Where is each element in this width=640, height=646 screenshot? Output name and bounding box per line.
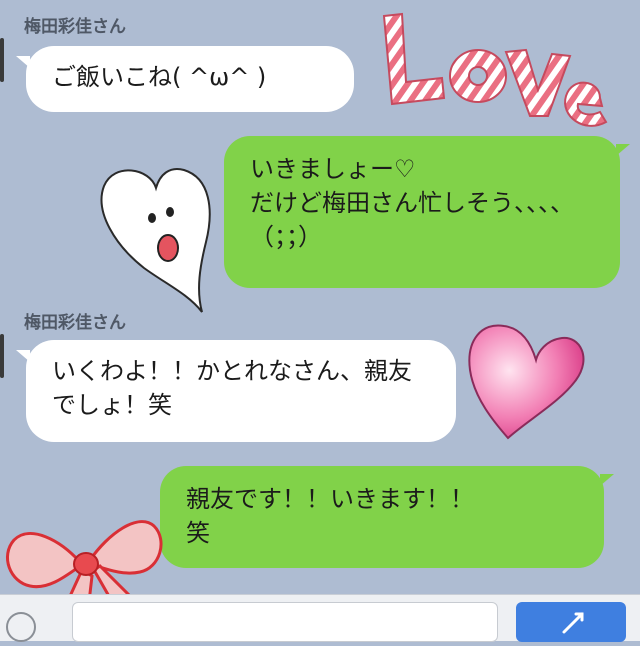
love-sticker xyxy=(382,12,608,127)
sender-avatar[interactable] xyxy=(0,38,4,82)
send-button[interactable] xyxy=(516,602,626,642)
message-bubble-incoming[interactable]: いくわよ！！かとれなさん、親友でしょ！笑 xyxy=(16,340,456,442)
surprised-heart-icon xyxy=(100,168,211,313)
message-bubble-outgoing[interactable]: いきましょー♡ だけど梅田さん忙しそう、、、、（；；） xyxy=(224,136,630,288)
pink-heart-icon xyxy=(468,324,585,440)
send-icon xyxy=(562,612,584,634)
smiley-icon[interactable] xyxy=(6,612,36,642)
message-bubble-outgoing[interactable]: 親友です！！いきます！！ 笑 xyxy=(160,466,614,568)
sender-name: 梅田彩佳さん xyxy=(24,313,126,333)
message-bubble-incoming[interactable]: ご飯いこね( ^ω^ ) xyxy=(16,46,354,112)
message-input[interactable] xyxy=(72,602,498,642)
sender-name: 梅田彩佳さん xyxy=(24,17,126,37)
sender-avatar[interactable] xyxy=(0,334,4,378)
